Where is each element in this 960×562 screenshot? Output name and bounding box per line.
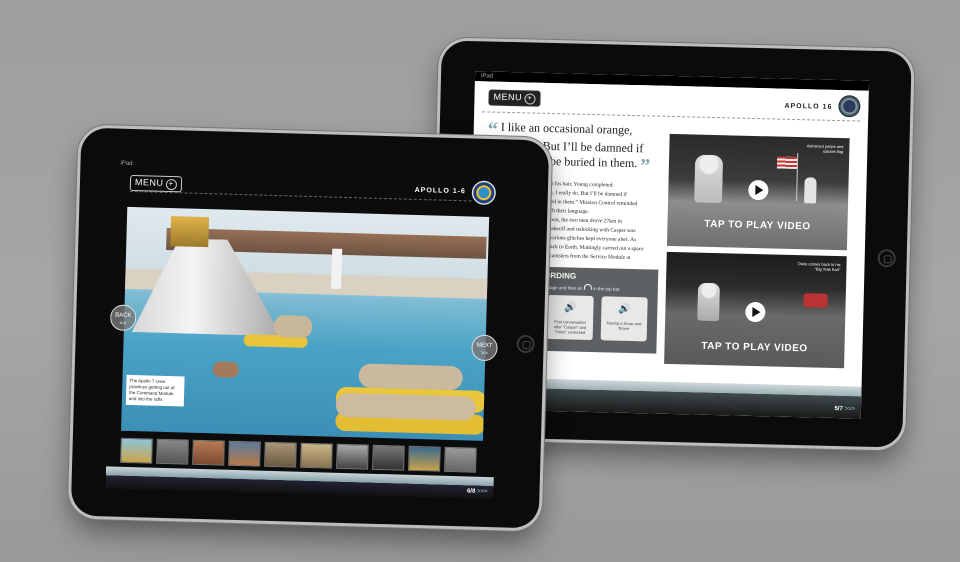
thumbnail[interactable] — [192, 439, 225, 466]
swimmer — [212, 361, 240, 379]
audio-button-1[interactable]: 🔊 First conversation after “Casper” and … — [546, 294, 594, 341]
thumbnail[interactable] — [372, 444, 405, 471]
page-indicator: 6/8 >>> — [467, 488, 488, 495]
crew-member — [335, 392, 477, 421]
thumbnail[interactable] — [444, 446, 477, 473]
video-caption: Astronaut jumps and salutes flag — [806, 143, 844, 155]
headphones-icon — [583, 283, 593, 291]
menu-button[interactable]: MENU + — [129, 174, 182, 193]
main-photo: The Apollo 7 crew practices getting out … — [121, 206, 490, 441]
mission-patch-icon — [471, 180, 497, 206]
astronaut-figure — [694, 154, 724, 204]
crew-member — [358, 363, 463, 391]
photo-caption: The Apollo 7 crew practices getting out … — [125, 374, 185, 407]
quote-line-1: I like an occasional orange, — [500, 119, 633, 137]
page-number: 5/7 — [834, 406, 843, 413]
audio-caption: Having a Snow and Rover — [606, 320, 642, 331]
audio-caption: First conversation after “Casper” and “O… — [553, 319, 587, 335]
back-arrows-icon: << — [119, 320, 127, 327]
standing-person — [331, 248, 343, 289]
astronaut-figure — [697, 282, 721, 322]
thumbnail[interactable] — [300, 442, 333, 469]
next-button[interactable]: NEXT >> — [471, 334, 498, 362]
status-label: iPad — [480, 73, 494, 80]
flagpole — [796, 153, 799, 202]
recording-hint: n page and then on in the top bar. — [544, 283, 621, 292]
astronaut-figure-small — [804, 177, 817, 204]
lunar-rover — [803, 293, 828, 308]
back-tablet-home-button[interactable] — [877, 249, 896, 268]
page-number: 6/8 — [466, 488, 476, 495]
recording-hint-end: in the top bar. — [593, 286, 621, 292]
back-button[interactable]: BACK << — [109, 304, 137, 332]
audio-button-2[interactable]: 🔊 Having a Snow and Rover — [600, 296, 648, 342]
recording-hint-text: n page and then on — [543, 284, 583, 291]
thumbnail[interactable] — [336, 443, 369, 470]
front-tablet-screen: iPad MENU + APOLLO 1-6 The Apollo 7 crew … — [105, 158, 503, 500]
video-tile-1[interactable]: Astronaut jumps and salutes flag TAP TO … — [666, 133, 850, 251]
menu-label: MENU — [493, 91, 523, 103]
page-indicator: 5/7 >>> — [834, 406, 855, 412]
mission-title: APOLLO 1-6 — [414, 186, 466, 196]
flag-icon — [776, 156, 798, 170]
video-tile-2[interactable]: Duke comes back to his “Big Trak Kart” T… — [664, 251, 847, 369]
recording-panel: ORDING n page and then on in the top bar… — [538, 266, 659, 354]
thumbnail[interactable] — [228, 440, 261, 467]
thumbnail[interactable] — [120, 437, 153, 464]
thumbnail[interactable] — [408, 445, 441, 472]
menu-plus-icon: + — [523, 93, 536, 105]
crew-member — [273, 314, 313, 339]
menu-plus-icon: + — [165, 178, 177, 191]
thumbnail[interactable] — [264, 441, 297, 468]
mission-title: APOLLO 16 — [784, 102, 833, 111]
speaker-icon: 🔊 — [618, 303, 631, 316]
front-tablet-home-button[interactable] — [516, 334, 535, 354]
thumbnail[interactable] — [156, 438, 189, 465]
thumbnail-strip — [120, 435, 483, 473]
mission-patch-icon — [838, 95, 861, 118]
next-page-arrows[interactable]: >>> — [844, 406, 855, 412]
video-label: TAP TO PLAY VIDEO — [704, 218, 811, 233]
capsule-top — [170, 216, 210, 248]
menu-button[interactable]: MENU + — [488, 89, 541, 107]
recording-title: ORDING — [544, 270, 577, 281]
quote-close-icon: ” — [639, 155, 651, 178]
video-column: Astronaut jumps and salutes flag TAP TO … — [664, 133, 850, 384]
video-label: TAP TO PLAY VIDEO — [701, 340, 808, 355]
video-caption: Duke comes back to his “Big Trak Kart” — [798, 261, 841, 273]
status-label: iPad — [120, 160, 133, 167]
article-body: nk in his hair. Young completed: ange, I… — [541, 180, 663, 264]
play-icon[interactable] — [745, 301, 766, 323]
play-icon[interactable] — [748, 179, 769, 201]
speaker-icon: 🔊 — [564, 302, 577, 314]
menu-label: MENU — [134, 177, 164, 188]
front-tablet: iPad MENU + APOLLO 1-6 The Apollo 7 crew … — [70, 127, 550, 529]
next-page-arrows[interactable]: >>> — [477, 489, 488, 495]
next-arrows-icon: >> — [480, 350, 488, 357]
